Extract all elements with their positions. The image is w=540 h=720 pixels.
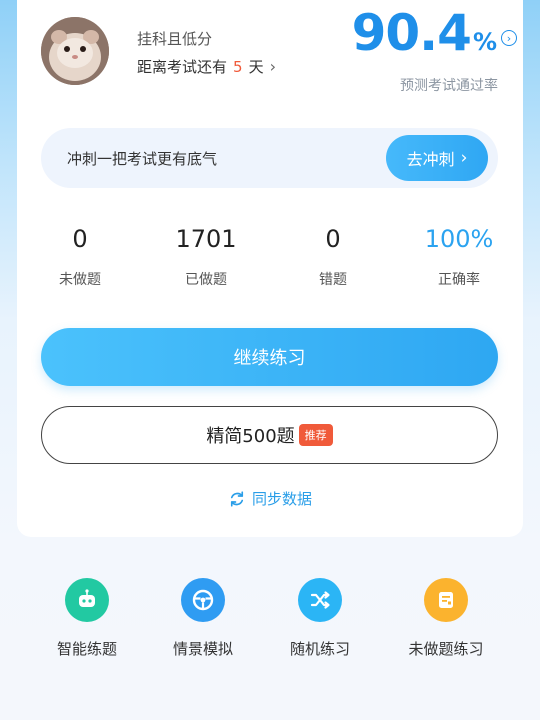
pass-rate-value: 90.4 bbox=[351, 4, 472, 62]
chevron-right-icon: › bbox=[460, 148, 468, 168]
stat-label: 错题 bbox=[319, 272, 347, 288]
stat-label: 未做题 bbox=[59, 272, 101, 288]
steering-wheel-icon bbox=[181, 578, 225, 622]
sprint-button-label: 去冲刺 bbox=[406, 150, 455, 169]
pass-rate: 90.4 % › bbox=[352, 8, 517, 58]
sprint-button[interactable]: 去冲刺 › bbox=[386, 135, 488, 181]
nav-label: 情景模拟 bbox=[172, 640, 233, 658]
sync-icon bbox=[230, 490, 244, 507]
exam-countdown[interactable]: 距离考试还有 5 天 › bbox=[137, 56, 276, 77]
sync-label: 同步数据 bbox=[251, 490, 312, 508]
nav-label: 智能练题 bbox=[56, 640, 117, 658]
stat-value: 100% bbox=[424, 225, 494, 253]
pass-rate-detail-icon[interactable]: › bbox=[501, 30, 517, 46]
stat-value: 1701 bbox=[175, 225, 237, 253]
nav-label: 随机练习 bbox=[289, 640, 350, 658]
countdown-unit: 天 bbox=[248, 58, 264, 76]
nav-random-practice[interactable]: 随机练习 bbox=[265, 578, 375, 659]
stat-label: 正确率 bbox=[438, 272, 480, 288]
progress-card: 挂科且低分 距离考试还有 5 天 › 90.4 % › 预测考试通过率 冲刺一把… bbox=[17, 0, 523, 537]
nav-smart-practice[interactable]: 智能练题 bbox=[32, 578, 142, 659]
pass-rate-label: 预测考试通过率 bbox=[400, 78, 498, 94]
stat-wrong[interactable]: 0 错题 bbox=[278, 222, 388, 289]
status-text: 挂科且低分 bbox=[137, 30, 213, 48]
robot-icon bbox=[65, 578, 109, 622]
stat-accuracy[interactable]: 100% 正确率 bbox=[404, 222, 514, 289]
stat-undone[interactable]: 0 未做题 bbox=[25, 222, 135, 289]
slim-500-label: 精简500题 bbox=[206, 426, 295, 447]
sync-data-link[interactable]: 同步数据 bbox=[17, 488, 523, 509]
stat-value: 0 bbox=[72, 225, 88, 253]
nav-undone-practice[interactable]: 未做题练习 bbox=[391, 578, 501, 659]
sprint-text: 冲刺一把考试更有底气 bbox=[67, 150, 218, 168]
stat-done[interactable]: 1701 已做题 bbox=[151, 222, 261, 289]
chevron-right-icon: › bbox=[269, 57, 276, 76]
countdown-prefix: 距离考试还有 bbox=[137, 58, 228, 76]
shuffle-icon bbox=[298, 578, 342, 622]
slim-500-button[interactable]: 精简500题 推荐 bbox=[41, 406, 498, 464]
stat-label: 已做题 bbox=[185, 272, 227, 288]
nav-scenario-simulation[interactable]: 情景模拟 bbox=[148, 578, 258, 659]
countdown-days: 5 bbox=[233, 57, 243, 76]
hamster-avatar-image bbox=[41, 17, 109, 85]
avatar[interactable] bbox=[41, 17, 109, 85]
continue-practice-button[interactable]: 继续练习 bbox=[41, 328, 498, 386]
recommend-badge: 推荐 bbox=[298, 424, 333, 446]
stat-value: 0 bbox=[325, 225, 341, 253]
pass-rate-percent: % bbox=[472, 28, 497, 56]
sprint-banner: 冲刺一把考试更有底气 去冲刺 › bbox=[41, 128, 498, 188]
document-icon bbox=[424, 578, 468, 622]
nav-label: 未做题练习 bbox=[408, 640, 484, 658]
